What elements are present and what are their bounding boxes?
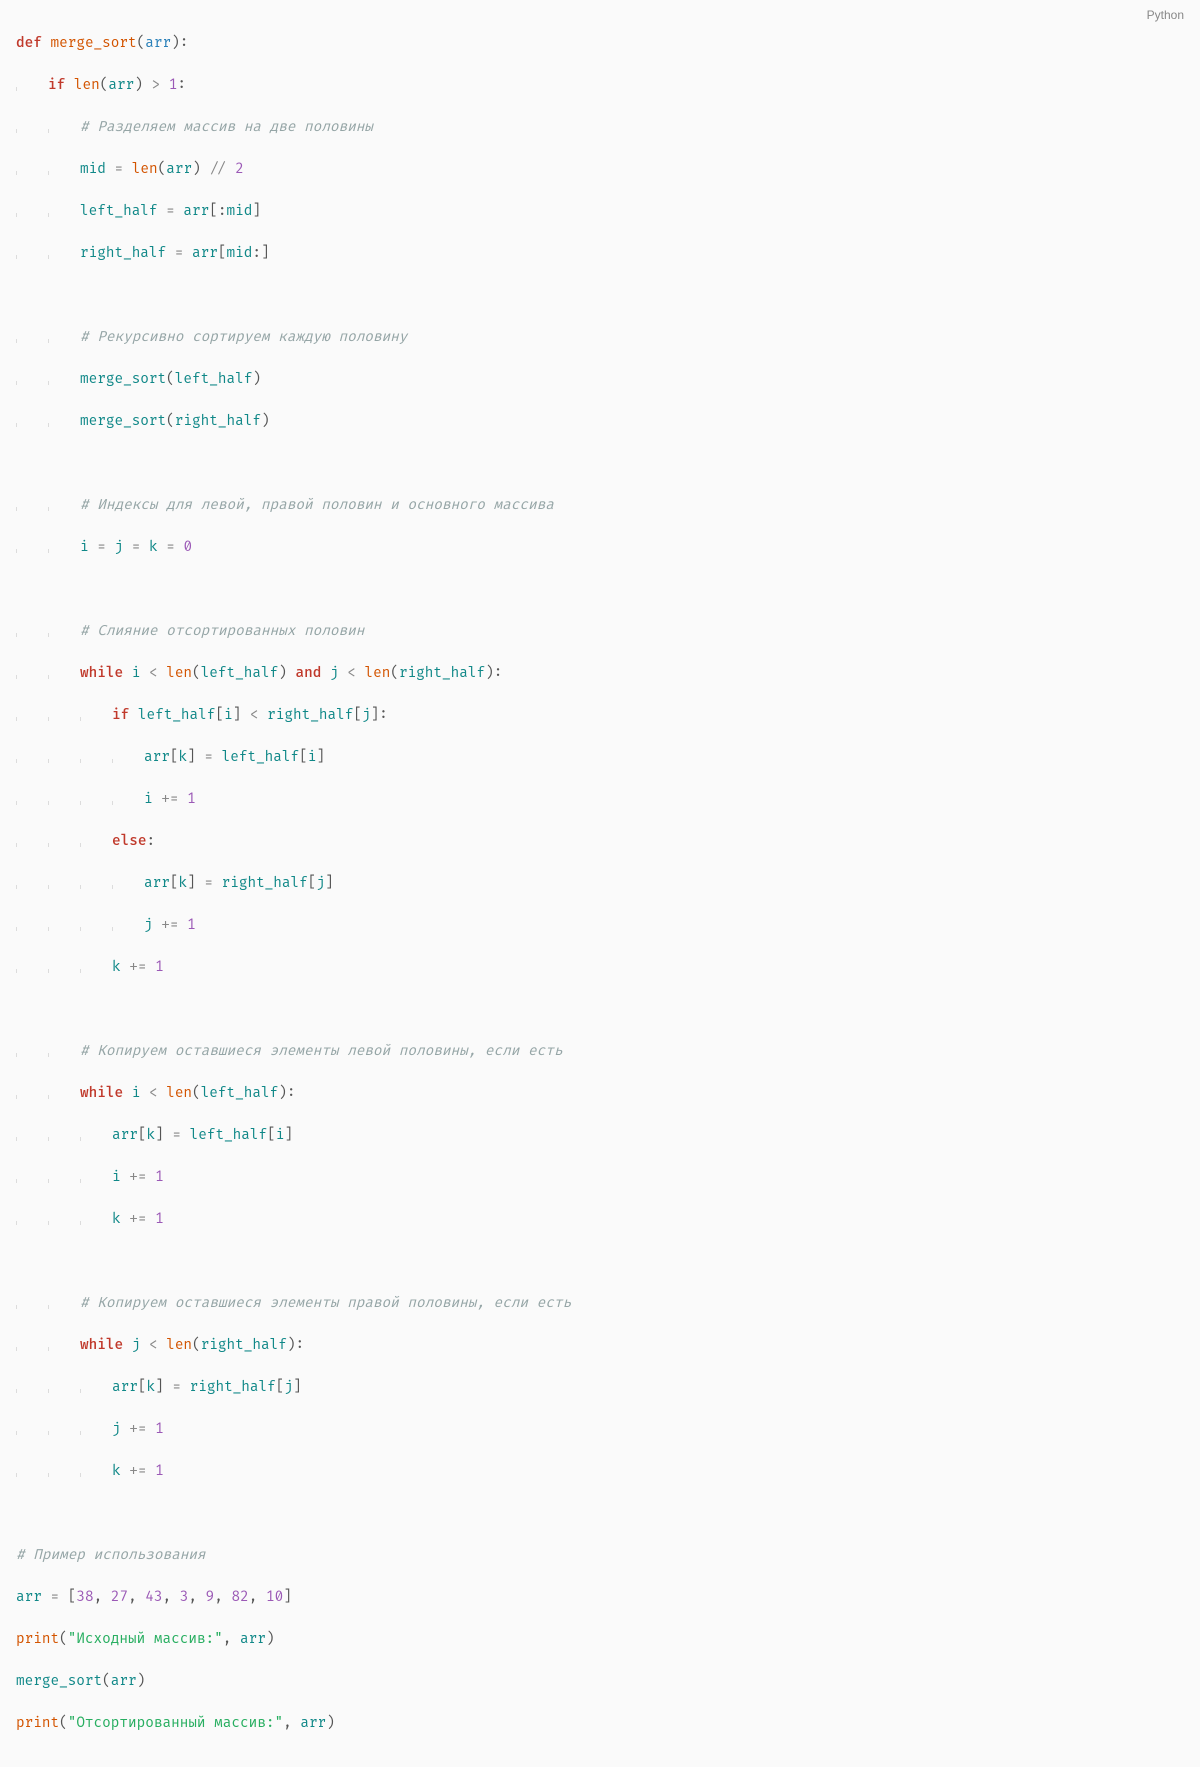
code-line: print("Исходный массив:", arr) — [16, 1629, 1184, 1650]
code-line: j += 1 — [16, 1419, 1184, 1440]
comment: # Копируем оставшиеся элементы левой пол… — [80, 1043, 562, 1060]
code-line: arr[k] = left_half[i] — [16, 1125, 1184, 1146]
code-line: right_half = arr[mid:] — [16, 243, 1184, 264]
code-line: left_half = arr[:mid] — [16, 201, 1184, 222]
code-line: # Копируем оставшиеся элементы правой по… — [16, 1293, 1184, 1314]
code-block[interactable]: def merge_sort(arr): if len(arr) > 1: # … — [16, 12, 1184, 1755]
comment: # Слияние отсортированных половин — [80, 623, 364, 640]
code-line: # Пример использования — [16, 1545, 1184, 1566]
code-line: print("Отсортированный массив:", arr) — [16, 1713, 1184, 1734]
code-line: else: — [16, 831, 1184, 852]
comment: # Пример использования — [16, 1547, 206, 1564]
code-line: k += 1 — [16, 1461, 1184, 1482]
code-line: merge_sort(left_half) — [16, 369, 1184, 390]
comment: # Копируем оставшиеся элементы правой по… — [80, 1295, 571, 1312]
comment: # Индексы для левой, правой половин и ос… — [80, 497, 554, 514]
code-line: # Разделяем массив на две половины — [16, 117, 1184, 138]
code-line: k += 1 — [16, 1209, 1184, 1230]
code-line — [16, 453, 1184, 474]
code-line: arr[k] = right_half[j] — [16, 873, 1184, 894]
code-line: merge_sort(arr) — [16, 1671, 1184, 1692]
code-line — [16, 285, 1184, 306]
builtin-len: len — [74, 77, 100, 94]
function-name: merge_sort — [50, 35, 136, 52]
code-line: mid = len(arr) // 2 — [16, 159, 1184, 180]
code-line: while i < len(left_half) and j < len(rig… — [16, 663, 1184, 684]
code-line: # Копируем оставшиеся элементы левой пол… — [16, 1041, 1184, 1062]
code-line: arr[k] = left_half[i] — [16, 747, 1184, 768]
code-line: arr[k] = right_half[j] — [16, 1377, 1184, 1398]
comment: # Разделяем массив на две половины — [80, 119, 373, 136]
code-line: if left_half[i] < right_half[j]: — [16, 705, 1184, 726]
keyword-if: if — [48, 77, 65, 94]
code-line: while i < len(left_half): — [16, 1083, 1184, 1104]
code-line: i = j = k = 0 — [16, 537, 1184, 558]
var: arr — [108, 77, 134, 94]
code-line: k += 1 — [16, 957, 1184, 978]
code-line: while j < len(right_half): — [16, 1335, 1184, 1356]
code-line — [16, 1251, 1184, 1272]
code-line: i += 1 — [16, 1167, 1184, 1188]
language-label: Python — [1147, 6, 1184, 24]
code-line: # Рекурсивно сортируем каждую половину — [16, 327, 1184, 348]
code-line: if len(arr) > 1: — [16, 75, 1184, 96]
code-line — [16, 999, 1184, 1020]
code-line: arr = [38, 27, 43, 3, 9, 82, 10] — [16, 1587, 1184, 1608]
code-line: i += 1 — [16, 789, 1184, 810]
code-line — [16, 1503, 1184, 1524]
keyword-def: def — [16, 35, 42, 52]
code-line: # Индексы для левой, правой половин и ос… — [16, 495, 1184, 516]
code-line: merge_sort(right_half) — [16, 411, 1184, 432]
code-line: j += 1 — [16, 915, 1184, 936]
code-line — [16, 579, 1184, 600]
code-line: def merge_sort(arr): — [16, 33, 1184, 54]
comment: # Рекурсивно сортируем каждую половину — [80, 329, 407, 346]
param: arr — [145, 35, 171, 52]
code-line: # Слияние отсортированных половин — [16, 621, 1184, 642]
